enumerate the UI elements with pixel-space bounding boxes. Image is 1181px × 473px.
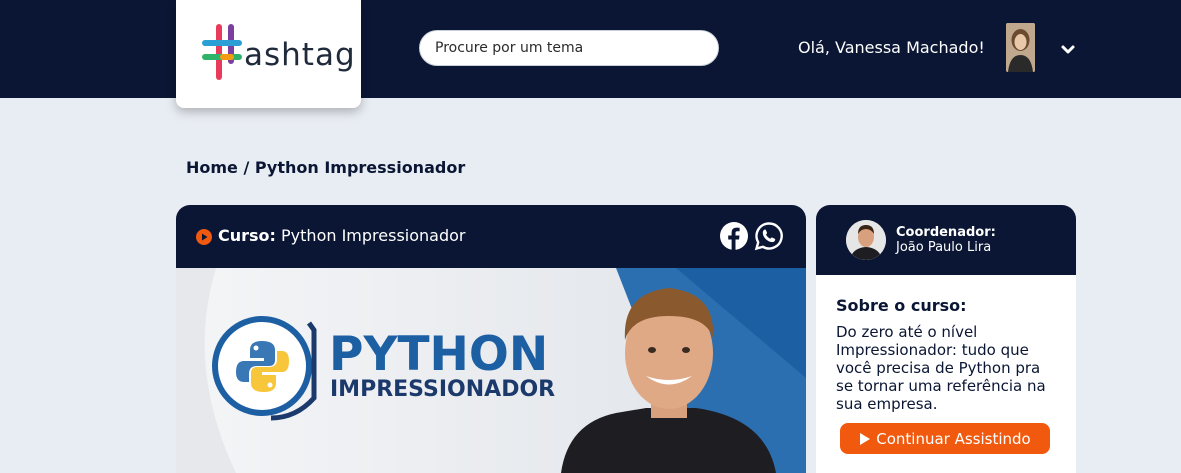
chevron-down-icon[interactable] [1058,40,1078,60]
user-greeting: Olá, Vanessa Machado! [798,38,985,57]
continue-watching-button[interactable]: Continuar Assistindo [840,423,1050,454]
banner-title: PYTHON [329,327,548,382]
about-course-title: Sobre o curso: [836,296,967,315]
coordinator-avatar [846,220,886,260]
course-label: Curso: [218,226,276,245]
hashtag-logo-icon [202,24,242,80]
user-avatar[interactable] [1006,23,1035,72]
course-name: Python Impressionador [281,226,466,245]
logo-card[interactable]: ashtag [176,0,361,108]
banner-subtitle: IMPRESSIONADOR [330,377,555,402]
breadcrumb[interactable]: Home / Python Impressionador [186,158,465,178]
logo-text: ashtag [244,37,356,73]
course-card: Curso: Python Impressionador PYTHON IMPR… [176,205,806,473]
play-circle-icon [196,229,212,245]
course-header: Curso: Python Impressionador [176,205,806,268]
course-banner[interactable]: PYTHON IMPRESSIONADOR [176,268,806,473]
top-navbar: ashtag Olá, Vanessa Machado! [0,0,1181,108]
search-input[interactable] [419,30,719,66]
facebook-icon[interactable] [720,222,748,250]
course-title: Curso: Python Impressionador [218,226,465,246]
course-info-card: Coordenador: João Paulo Lira Sobre o cur… [816,205,1076,473]
coordinator-name: João Paulo Lira [896,240,992,255]
about-course-text: Do zero até o nível Impressionador: tudo… [836,323,1046,413]
play-icon [860,432,871,445]
coordinator-header: Coordenador: João Paulo Lira [816,205,1076,275]
coordinator-label: Coordenador: [896,225,996,240]
continue-watching-label: Continuar Assistindo [876,429,1031,448]
whatsapp-icon[interactable] [754,221,784,251]
